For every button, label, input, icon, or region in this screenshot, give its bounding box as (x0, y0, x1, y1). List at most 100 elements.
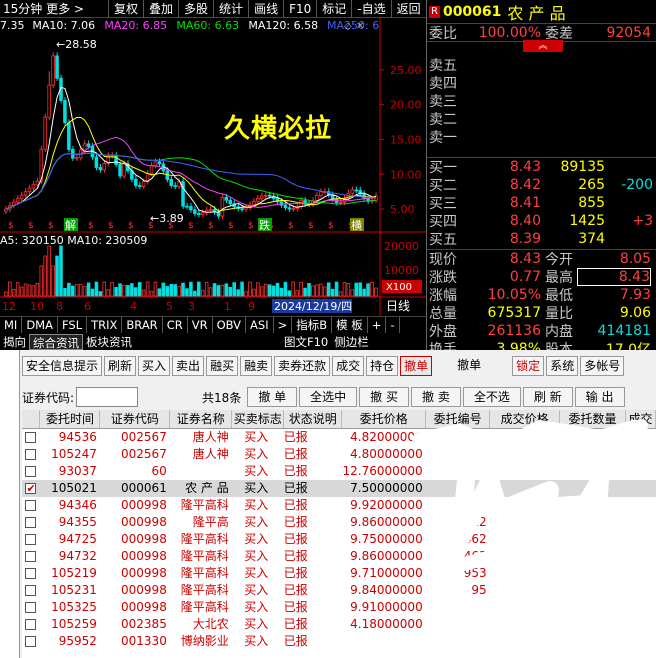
table-row[interactable]: 105259 002385 大北农 买入 已报 4.18000000 (22, 616, 656, 633)
info-tab-1[interactable]: 综合资讯 (29, 333, 83, 350)
cancel-button-4[interactable]: 全不选 (462, 387, 521, 407)
trade-button-4[interactable]: 融买 (206, 356, 239, 376)
info-tab-0[interactable]: 揭向 (0, 334, 29, 350)
trade-button-7[interactable]: 成交 (332, 356, 365, 376)
indicator-tab-3[interactable]: TRIX (87, 317, 123, 333)
column-header[interactable]: 委托时间 (39, 410, 101, 429)
indicator-tab-0[interactable]: MI (0, 317, 23, 333)
checkbox-cell[interactable] (22, 446, 40, 463)
multi-stock-button[interactable]: 多股 (178, 0, 213, 18)
trade-button-11[interactable]: 锁定 (512, 356, 545, 376)
trade-button-1[interactable]: 刷新 (104, 356, 137, 376)
indicator-tab-7[interactable]: OBV (213, 317, 247, 333)
draw-line-button[interactable]: 画线 (248, 0, 283, 18)
collapse-up-icon[interactable]: ︽ (523, 40, 563, 52)
checkbox-cell[interactable] (22, 548, 40, 565)
cancel-button-0[interactable]: 撤 单 (247, 387, 298, 407)
overlay-button[interactable]: 叠加 (143, 0, 178, 18)
indicator-tab-6[interactable]: VR (188, 317, 213, 333)
row-checkbox[interactable] (25, 635, 37, 647)
trade-button-8[interactable]: 持仓 (366, 356, 399, 376)
column-header[interactable]: 成交 (625, 410, 656, 429)
checkbox-cell[interactable] (22, 582, 40, 599)
bid-row[interactable]: 买二 8.42 265 -200 (427, 176, 656, 194)
column-header[interactable]: 证券名称 (169, 410, 233, 429)
cancel-button-5[interactable]: 刷 新 (522, 387, 573, 407)
bid-row[interactable]: 买三 8.41 855 (427, 194, 656, 212)
indicator-tab-8[interactable]: ASI (246, 317, 274, 333)
cancel-button-2[interactable]: 撤 买 (359, 387, 409, 407)
info-tab-3[interactable]: 图文F10 (281, 334, 331, 350)
table-row[interactable]: 93037 60 买入 已报 12.76000000 (22, 463, 656, 480)
indicator-tab-2[interactable]: FSL (58, 317, 88, 333)
trade-button-5[interactable]: 融卖 (240, 356, 273, 376)
code-input[interactable] (76, 387, 139, 407)
info-tab-2[interactable]: 板块资讯 (83, 334, 135, 350)
trade-button-9[interactable]: 撤单 (400, 356, 433, 376)
checkbox-cell[interactable] (22, 428, 40, 446)
row-checkbox[interactable] (25, 567, 37, 579)
row-checkbox[interactable] (25, 431, 37, 443)
checkbox-cell[interactable] (22, 479, 40, 497)
remove-favorite-button[interactable]: -自选 (351, 0, 390, 18)
row-checkbox[interactable] (25, 601, 37, 613)
indicator-tab-11[interactable]: 模 板 (332, 317, 368, 333)
table-row[interactable]: 105247 002567 唐人神 买入 已报 4.80000000 (22, 446, 656, 463)
indicator-tab-1[interactable]: DMA (22, 317, 58, 333)
trade-button-6[interactable]: 卖券还款 (274, 356, 331, 376)
row-checkbox[interactable] (25, 516, 37, 528)
table-row[interactable]: 94725 000998 隆平高科 买入 已报 9.75000000 462 (22, 531, 656, 548)
checkbox-cell[interactable] (22, 633, 40, 650)
row-checkbox[interactable] (25, 618, 37, 630)
cancel-button-6[interactable]: 输 出 (574, 387, 625, 407)
table-row[interactable]: 94346 000998 隆平高科 买入 已报 9.92000000 (22, 497, 656, 514)
row-checkbox[interactable] (25, 550, 37, 562)
row-checkbox[interactable] (25, 533, 37, 545)
checkbox-cell[interactable] (22, 514, 40, 531)
table-row[interactable]: 94355 000998 隆平高 买入 已报 9.86000000 412 (22, 514, 656, 531)
indicator-tab-9[interactable]: > (274, 317, 293, 333)
column-header[interactable]: 委托价格 (341, 410, 427, 429)
trade-button-13[interactable]: 多帐号 (580, 356, 625, 376)
back-button[interactable]: 返回 (390, 0, 426, 18)
column-header[interactable]: 成交价格 (489, 410, 561, 429)
trade-button-2[interactable]: 买入 (138, 356, 171, 376)
checkbox-cell[interactable] (22, 616, 40, 633)
checkbox-cell[interactable] (22, 463, 40, 480)
kline-chart[interactable]: 7.35 MA10: 7.06 MA20: 6.85 MA60: 6.63 MA120:… (0, 18, 426, 318)
table-row[interactable]: 105325 000998 隆平高科 买入 已报 9.91000000 (22, 599, 656, 616)
row-checkbox[interactable] (25, 584, 37, 596)
bid-row[interactable]: 买四 8.40 1425 +3 (427, 212, 656, 230)
indicator-tab-13[interactable]: - (386, 317, 400, 333)
trade-button-12[interactable]: 系统 (546, 356, 579, 376)
row-checkbox[interactable] (25, 480, 37, 497)
statistics-button[interactable]: 统计 (213, 0, 248, 18)
bid-row[interactable]: 买五 8.39 374 (427, 230, 656, 248)
day-line-label[interactable]: 日线 (386, 299, 410, 313)
checkbox-cell[interactable] (22, 531, 40, 548)
checkbox-cell[interactable] (22, 497, 40, 514)
period-selector[interactable]: 15分钟 更多 > (0, 0, 108, 17)
indicator-tab-12[interactable]: + (368, 317, 387, 333)
column-header[interactable]: 委托数量 (559, 410, 626, 429)
row-checkbox[interactable] (25, 465, 37, 477)
indicator-tab-4[interactable]: BRAR (122, 317, 163, 333)
column-header[interactable]: 委托编号 (425, 410, 491, 429)
restore-rights-button[interactable]: 复权 (108, 0, 143, 18)
table-row[interactable]: 95952 001330 博纳影业 买入 已报 (22, 633, 656, 650)
cancel-button-3[interactable]: 撤 卖 (411, 387, 461, 407)
indicator-tab-5[interactable]: CR (163, 317, 188, 333)
table-row[interactable]: 105021000061农 产 品买入已报7.50000000 (22, 479, 656, 497)
info-tab-4[interactable]: 侧边栏 (331, 334, 372, 350)
checkbox-cell[interactable] (22, 565, 40, 582)
table-row[interactable]: 105231 000998 隆平高科 买入 已报 9.84000000 95 (22, 582, 656, 599)
bid-row[interactable]: 买一 8.43 89135 (427, 158, 656, 176)
column-header[interactable]: 买卖标志 (231, 410, 285, 429)
trade-button-0[interactable]: 安全信息提示 (22, 356, 103, 376)
f10-button[interactable]: F10 (283, 0, 316, 18)
column-header[interactable]: 证券代码 (99, 410, 171, 429)
mark-button[interactable]: 标记 (316, 0, 351, 18)
row-checkbox[interactable] (25, 499, 37, 511)
table-row[interactable]: 94732 000998 隆平高科 买入 已报 9.86000000 463 (22, 548, 656, 565)
row-checkbox[interactable] (25, 448, 37, 460)
